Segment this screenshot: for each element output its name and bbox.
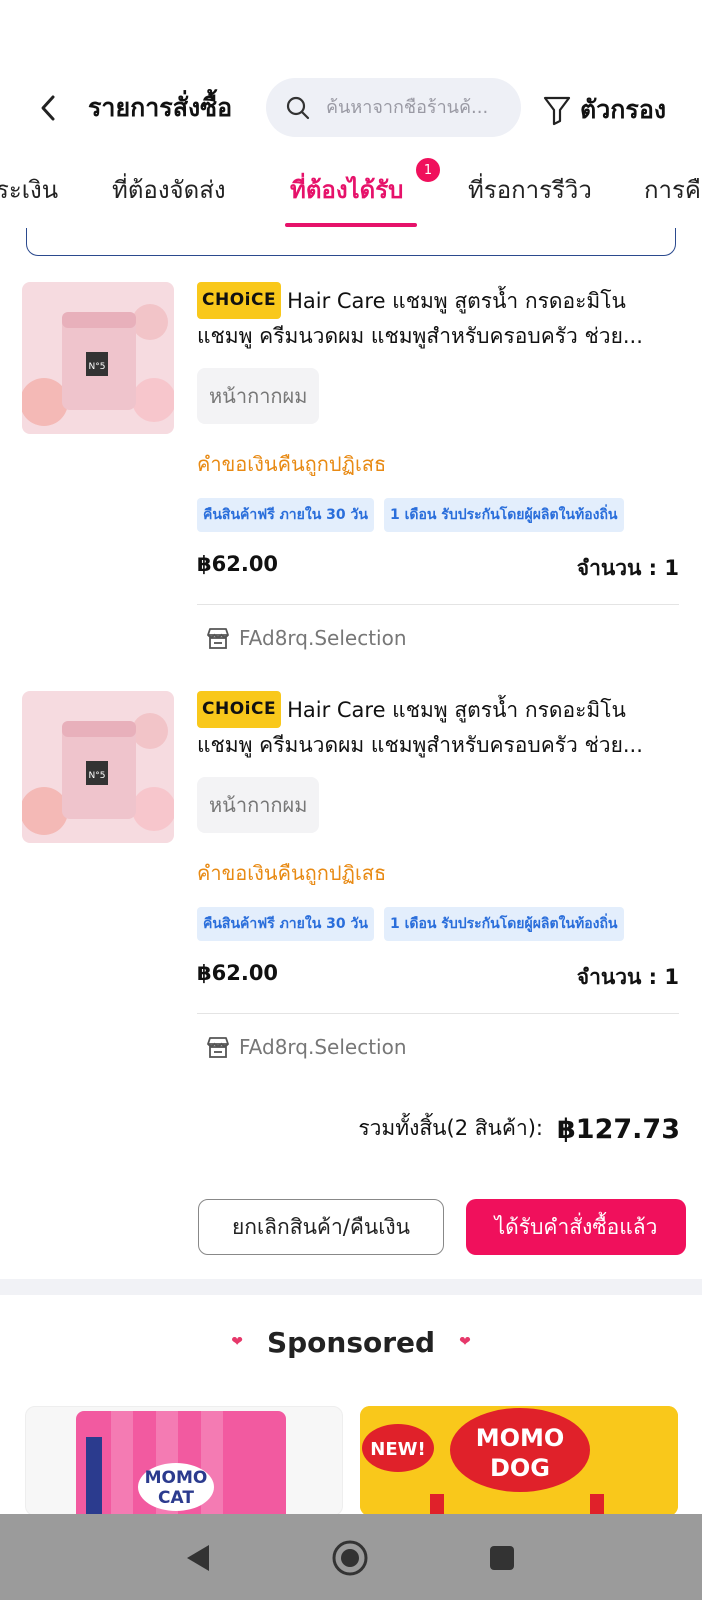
heart-icon: ❤ [459, 1334, 471, 1350]
back-nav-icon[interactable] [178, 1538, 218, 1578]
warranty-tag: 1 เดือน รับประกันโดยผู้ผลิตในท้องถิ่น [383, 498, 624, 532]
store-link[interactable]: FAd8rq.Selection [197, 1032, 679, 1062]
system-navigation-bar [0, 1514, 702, 1600]
choice-badge: CHOiCE [197, 691, 282, 728]
filter-icon [543, 96, 571, 126]
svg-text:N°5: N°5 [89, 771, 106, 781]
sponsored-product-card[interactable]: NEW! MOMO DOG [360, 1406, 678, 1516]
filter-label: ตัวกรอง [580, 95, 667, 124]
tab-count-badge: 1 [414, 156, 442, 184]
refund-status: คำขอเงินคืนถูกปฏิเสธ [197, 861, 387, 885]
choice-badge: CHOiCE [197, 282, 282, 319]
search-icon [284, 94, 312, 122]
total-value: ฿127.73 [557, 1114, 680, 1145]
sponsored-product-card[interactable]: MOMO CAT [25, 1406, 343, 1516]
sponsored-heading: ❤ Sponsored ❤ [0, 1326, 702, 1359]
store-link[interactable]: FAd8rq.Selection [197, 623, 679, 653]
chevron-left-icon [41, 95, 55, 121]
top-header: รายการสั่งซื้อ ตัวกรอง [0, 78, 702, 138]
store-name: FAd8rq.Selection [239, 626, 407, 650]
sponsored-title: Sponsored [266, 1326, 436, 1359]
search-bar[interactable] [266, 78, 521, 137]
heart-icon: ❤ [231, 1334, 243, 1350]
item-price: ฿62.00 [197, 961, 279, 985]
svg-text:NEW!: NEW! [370, 1439, 425, 1460]
item-price: ฿62.00 [197, 552, 279, 576]
filter-button[interactable]: ตัวกรอง [542, 90, 666, 130]
svg-text:CAT: CAT [158, 1488, 194, 1508]
svg-text:MOMO: MOMO [476, 1424, 565, 1452]
free-return-tag: คืนสินค้าฟรี ภายใน 30 วัน [197, 907, 374, 941]
store-icon [203, 1032, 233, 1062]
warranty-tag: 1 เดือน รับประกันโดยผู้ผลิตในท้องถิ่น [383, 907, 624, 941]
item-quantity: จำนวน : 1 [576, 556, 679, 580]
recents-nav-icon[interactable] [482, 1538, 522, 1578]
back-button[interactable] [30, 90, 66, 126]
tab-returns[interactable]: การคื [644, 170, 701, 209]
item-quantity: จำนวน : 1 [576, 965, 679, 989]
cancel-refund-button[interactable]: ยกเลิกสินค้า/คืนเงิน [198, 1199, 444, 1255]
svg-text:DOG: DOG [490, 1454, 550, 1482]
variant-chip: หน้ากากผม [197, 777, 320, 833]
order-status-tabs: ระเงิน ที่ต้องจัดส่ง ที่ต้องได้รับ ที่รอ… [0, 160, 702, 230]
price-row: ฿62.00 จำนวน : 1 [197, 552, 679, 582]
svg-text:N°5: N°5 [89, 362, 106, 372]
product-image[interactable]: N°5 [22, 691, 174, 843]
product-image[interactable]: N°5 [22, 282, 174, 434]
product-title[interactable]: CHOiCE Hair Care แชมพู สูตรน้ำ กรดอะมิโน … [197, 282, 679, 354]
total-label: รวมทั้งสิ้น(2 สินค้า): [358, 1116, 544, 1140]
order-received-button[interactable]: ได้รับคำสั่งซื้อแล้ว [466, 1199, 686, 1255]
page-title: รายการสั่งซื้อ [88, 93, 233, 122]
service-tags: คืนสินค้าฟรี ภายใน 30 วัน 1 เดือน รับประ… [197, 498, 679, 532]
search-input[interactable] [326, 97, 506, 118]
product-title[interactable]: CHOiCE Hair Care แชมพู สูตรน้ำ กรดอะมิโน … [197, 691, 679, 763]
previous-card-edge [26, 228, 676, 256]
store-name: FAd8rq.Selection [239, 1035, 407, 1059]
store-icon [203, 623, 233, 653]
home-nav-icon[interactable] [330, 1538, 370, 1578]
active-tab-indicator [285, 223, 417, 227]
order-total: รวมทั้งสิ้น(2 สินค้า): ฿127.73 [0, 1112, 680, 1145]
divider [197, 1013, 679, 1014]
svg-text:MOMO: MOMO [145, 1468, 208, 1488]
tab-to-receive[interactable]: ที่ต้องได้รับ [290, 170, 403, 209]
tab-to-review[interactable]: ที่รอการรีวิว [468, 170, 592, 209]
service-tags: คืนสินค้าฟรี ภายใน 30 วัน 1 เดือน รับประ… [197, 907, 679, 941]
tab-to-pay[interactable]: ระเงิน [0, 170, 58, 209]
tab-to-ship[interactable]: ที่ต้องจัดส่ง [112, 170, 226, 209]
price-row: ฿62.00 จำนวน : 1 [197, 961, 679, 991]
section-divider [0, 1279, 702, 1295]
free-return-tag: คืนสินค้าฟรี ภายใน 30 วัน [197, 498, 374, 532]
refund-status: คำขอเงินคืนถูกปฏิเสธ [197, 452, 387, 476]
variant-chip: หน้ากากผม [197, 368, 320, 424]
divider [197, 604, 679, 605]
